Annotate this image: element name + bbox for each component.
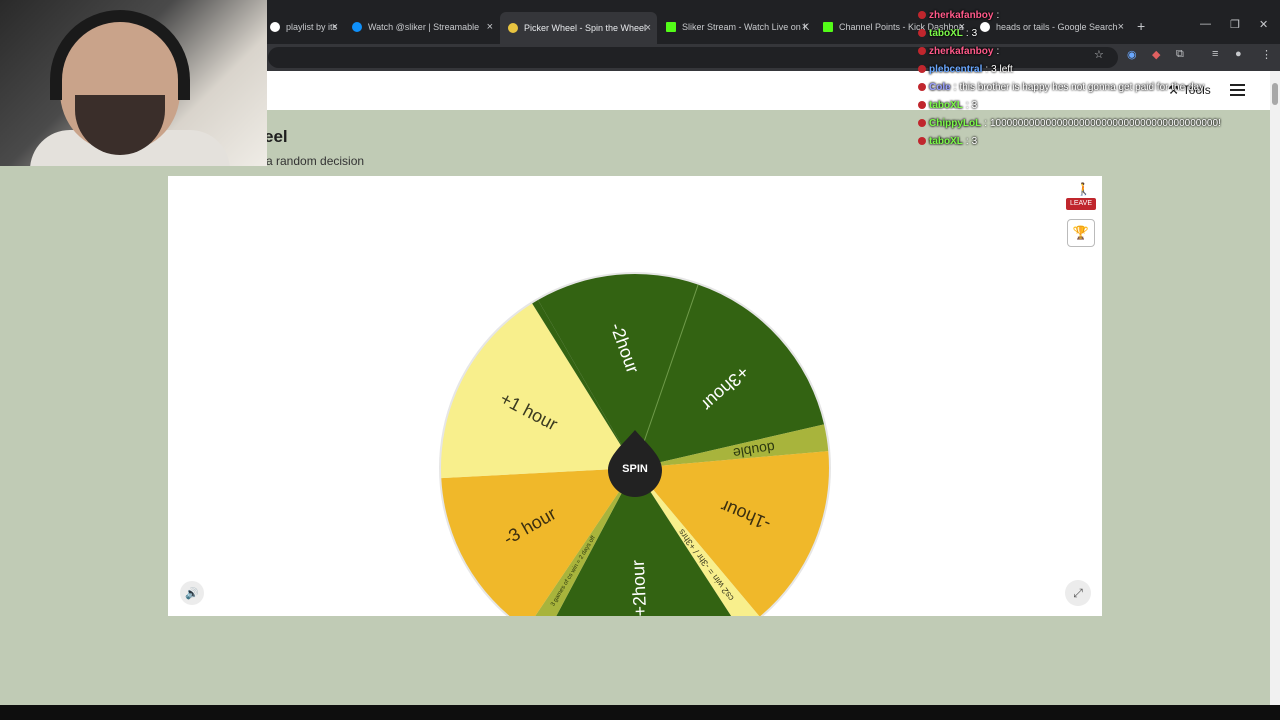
chat-badge-icon <box>918 65 926 73</box>
chat-text: 3 <box>971 99 978 111</box>
extension-icon[interactable]: ◉ <box>1127 48 1137 61</box>
extensions-puzzle-icon[interactable]: ⧉ <box>1176 48 1184 61</box>
chat-separator: : <box>996 45 1000 57</box>
wheel-panel: -2hour +3hour double -1hour cs2 win = -3hr /… <box>168 176 1102 616</box>
chat-username[interactable]: taboXL <box>929 136 963 147</box>
tab-label: heads or tails - Google Search <box>996 22 1118 32</box>
window-close-icon[interactable]: ✕ <box>1259 18 1268 31</box>
tab-playlist[interactable]: playlist by its × <box>262 14 344 40</box>
extension-icon[interactable]: ◆ <box>1152 48 1160 61</box>
chat-text: this brother is happy hes not gonna get … <box>959 81 1205 93</box>
page-content: ⚒ Tools eel e a random decision -2hour +3… <box>0 71 1270 705</box>
chat-separator: : <box>996 9 1000 21</box>
tab-favicon-icon <box>270 22 280 32</box>
chat-username[interactable]: taboXL <box>929 28 963 39</box>
picker-wheel[interactable]: -2hour+3hourdouble-1hourcs2 win = -3hr /… <box>168 176 1102 616</box>
maximize-icon[interactable]: ❐ <box>1230 18 1240 31</box>
bookmark-star-icon[interactable]: ☆ <box>1094 48 1104 61</box>
chat-badge-icon <box>918 137 926 145</box>
chat-text: 1000000000000000000000000000000000000000… <box>990 117 1221 129</box>
trophy-icon: 🏆 <box>1072 225 1090 240</box>
browser-menu-icon[interactable]: ⋮ <box>1261 48 1272 61</box>
chat-username[interactable]: plebcentral <box>929 64 982 75</box>
profile-icon[interactable]: ● <box>1235 48 1242 60</box>
chat-separator: : <box>965 27 969 39</box>
chat-badge-icon <box>918 83 926 91</box>
chat-message: zherkafanboy: <box>918 8 1002 22</box>
chat-username[interactable]: zherkafanboy <box>929 10 993 21</box>
close-icon[interactable]: × <box>487 21 493 33</box>
webcam-overlay <box>0 0 267 166</box>
close-icon[interactable]: × <box>332 21 338 33</box>
close-icon[interactable]: × <box>802 21 808 33</box>
tab-label: Sliker Stream - Watch Live on K <box>682 22 810 32</box>
chat-message: taboXL:3 <box>918 134 977 148</box>
tab-label: playlist by its <box>286 22 338 32</box>
chat-badge-icon <box>918 11 926 19</box>
chat-message: plebcentral:3 left <box>918 62 1013 76</box>
chat-username[interactable]: ChippyLoL <box>929 118 981 129</box>
tab-label: Picker Wheel - Spin the Wheel <box>524 23 647 33</box>
leave-label: LEAVE <box>1066 198 1096 210</box>
chat-separator: : <box>953 81 957 93</box>
scroll-thumb[interactable] <box>1272 83 1278 105</box>
page-title: eel <box>264 127 288 146</box>
fullscreen-button[interactable]: ⤢ <box>1065 580 1091 606</box>
taskbar <box>0 705 1280 720</box>
headset-icon <box>50 10 190 100</box>
tab-favicon-icon <box>508 23 518 33</box>
tab-label: Watch @sliker | Streamable <box>368 22 480 32</box>
tab-streamable[interactable]: Watch @sliker | Streamable × <box>344 14 499 40</box>
speaker-icon: 🔊 <box>185 587 199 600</box>
chat-username[interactable]: taboXL <box>929 100 963 111</box>
minimize-icon[interactable]: — <box>1200 18 1211 30</box>
chat-separator: : <box>985 63 989 75</box>
spin-button[interactable]: SPIN <box>622 463 648 475</box>
page-scrollbar[interactable] <box>1270 71 1280 705</box>
sound-button[interactable]: 🔊 <box>180 581 204 605</box>
trophy-button[interactable]: 🏆 <box>1067 219 1095 247</box>
kick-icon <box>666 22 676 32</box>
kick-icon <box>823 22 833 32</box>
tab-favicon-icon <box>352 22 362 32</box>
chat-text: 3 left <box>991 63 1013 75</box>
chat-username[interactable]: Cole <box>929 82 951 93</box>
google-icon <box>980 22 990 32</box>
tab-sliker-stream[interactable]: Sliker Stream - Watch Live on K × <box>658 14 814 40</box>
chat-badge-icon <box>918 47 926 55</box>
chat-text: 3 <box>971 135 978 147</box>
chat-message: taboXL:3 <box>918 98 977 112</box>
new-tab-button[interactable]: + <box>1137 18 1145 34</box>
page-subtitle: e a random decision <box>256 154 365 168</box>
chat-badge-icon <box>918 101 926 109</box>
chat-separator: : <box>965 135 969 147</box>
chat-message: taboXL:3 <box>918 26 977 40</box>
chat-separator: : <box>965 99 969 111</box>
wheel-segment-label: +2hour <box>628 560 650 616</box>
expand-icon: ⤢ <box>1073 585 1083 600</box>
leave-button[interactable]: 🚶 LEAVE <box>1066 181 1096 211</box>
chat-separator: : <box>984 117 987 129</box>
chat-message: Cole: this brother is happy hes not gonna… <box>918 80 1204 94</box>
chat-username[interactable]: zherkafanboy <box>929 46 993 57</box>
tab-picker-wheel[interactable]: Picker Wheel - Spin the Wheel × <box>500 12 657 44</box>
chat-message: ChippyLoL:100000000000000000000000000000… <box>918 116 1221 130</box>
walking-person-icon: 🚶 <box>1076 182 1091 196</box>
chat-badge-icon <box>918 119 926 127</box>
chat-text: 3 <box>971 27 978 39</box>
close-icon[interactable]: × <box>645 22 651 34</box>
chat-badge-icon <box>918 29 926 37</box>
hamburger-icon[interactable] <box>1230 84 1245 96</box>
close-icon[interactable]: × <box>1118 21 1124 33</box>
media-control-icon[interactable]: ≡ <box>1212 48 1218 60</box>
chat-message: zherkafanboy: <box>918 44 1002 58</box>
